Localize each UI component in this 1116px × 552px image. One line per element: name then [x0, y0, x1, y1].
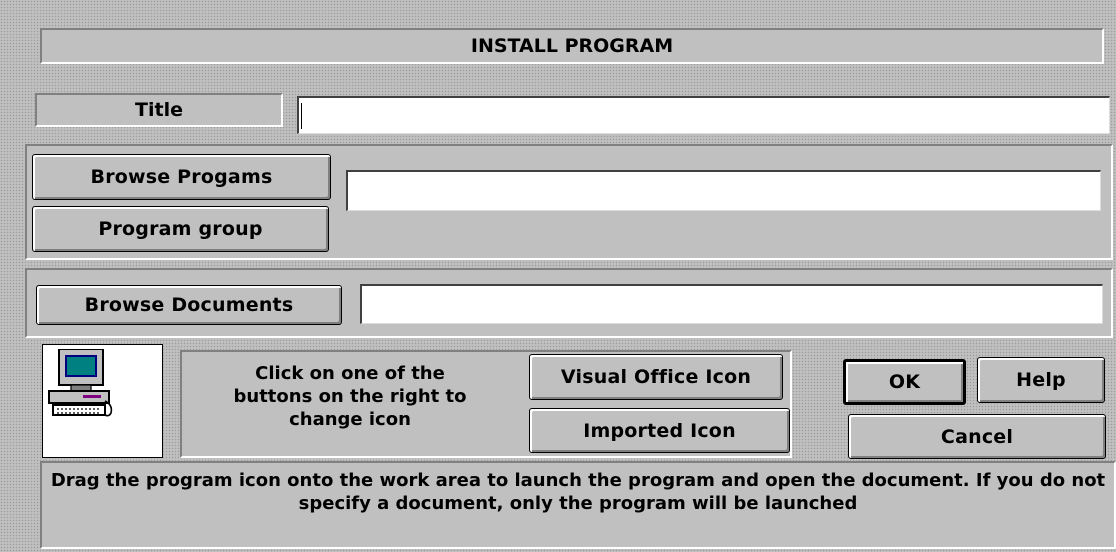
program-path-input[interactable]: [346, 170, 1101, 211]
instructions-text: Click on one of the buttons on the right…: [233, 363, 467, 430]
help-button[interactable]: Help: [977, 357, 1105, 403]
browse-documents-label: Browse Documents: [84, 294, 294, 316]
computer-icon: [48, 349, 113, 417]
program-group-button[interactable]: Program group: [32, 206, 329, 252]
browse-documents-button[interactable]: Browse Documents: [36, 285, 342, 325]
program-group-label: Program group: [98, 218, 263, 240]
title-label: Title: [35, 93, 283, 127]
text-caret: [301, 103, 302, 129]
ok-button[interactable]: OK: [843, 359, 966, 405]
browse-programs-button[interactable]: Browse Progams: [32, 154, 331, 200]
visual-office-icon-label: Visual Office Icon: [560, 366, 752, 388]
hint-text: Drag the program icon onto the work area…: [50, 470, 1106, 514]
dialog-title-text: INSTALL PROGRAM: [470, 35, 674, 57]
title-label-text: Title: [135, 99, 183, 121]
title-input[interactable]: [297, 96, 1110, 134]
document-path-input[interactable]: [360, 284, 1103, 324]
visual-office-icon-button[interactable]: Visual Office Icon: [529, 354, 783, 400]
cancel-label: Cancel: [940, 425, 1014, 448]
imported-icon-label: Imported Icon: [583, 419, 736, 442]
help-label: Help: [1016, 369, 1066, 391]
browse-programs-label: Browse Progams: [90, 166, 273, 188]
ok-label: OK: [888, 371, 921, 393]
dialog-title: INSTALL PROGRAM: [40, 28, 1104, 64]
imported-icon-button[interactable]: Imported Icon: [529, 408, 790, 453]
icon-preview[interactable]: [42, 344, 163, 458]
cancel-button[interactable]: Cancel: [848, 414, 1106, 459]
